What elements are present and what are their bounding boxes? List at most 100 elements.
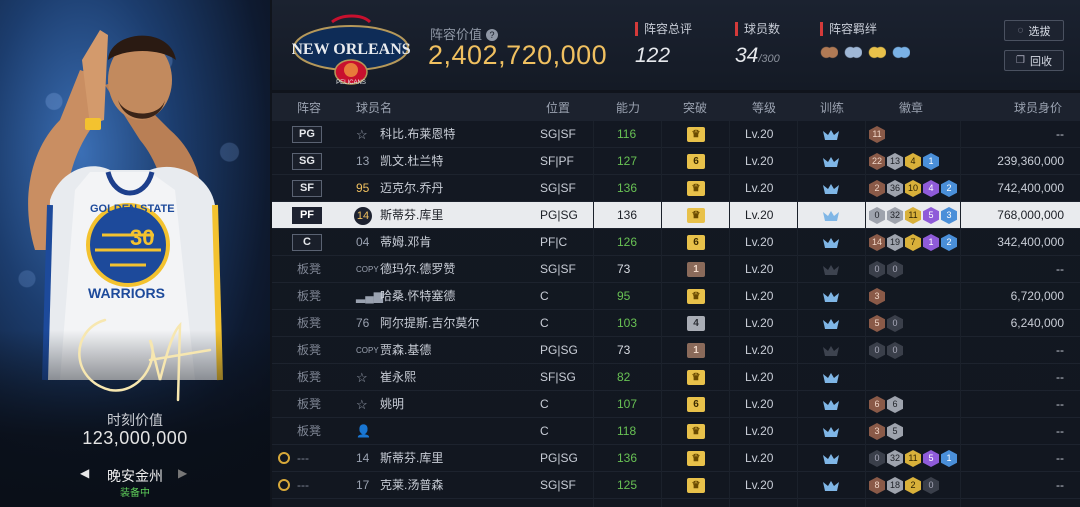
team-logo: NEW ORLEANS PELICANS: [292, 14, 410, 86]
slot-label: PF: [292, 207, 322, 224]
badge-hexagon: 18: [887, 477, 903, 494]
badge-hexagon: 0: [869, 450, 885, 467]
badge-hexagon: 1: [923, 153, 939, 170]
table-row[interactable]: C 04 蒂姆.邓肯 PF|C 126 6 Lv.20 14 19 7 1 2 342,400,000: [272, 229, 1080, 256]
badge-hexagon: 36: [887, 180, 903, 197]
bond-icon-gold[interactable]: [868, 46, 886, 62]
player-level: Lv.20: [745, 424, 774, 438]
table-row[interactable]: PF 14 斯蒂芬.库里 PG|SG 136 ♛ Lv.20 0 32 11 5 3 768,000,0…: [272, 202, 1080, 229]
training-icon[interactable]: [822, 453, 840, 465]
stat-overall-value: 122: [635, 44, 671, 67]
player-value: --: [1056, 451, 1064, 465]
badge-hexagon: 2: [941, 180, 957, 197]
training-icon[interactable]: [822, 264, 840, 276]
bond-icon-blue[interactable]: [892, 46, 910, 62]
moment-value: 123,000,000: [82, 428, 188, 448]
badge-hexagon: 32: [887, 450, 903, 467]
training-icon[interactable]: [822, 156, 840, 168]
jersey-number: 14: [356, 451, 370, 465]
triangle-right-icon[interactable]: ▶: [178, 466, 187, 480]
training-icon[interactable]: [822, 237, 840, 249]
player-card[interactable]: GOLDEN STATE 30 WARRIORS 时刻价值 123,000,00…: [0, 0, 270, 507]
badge-hexagon: 1: [923, 234, 939, 251]
player-value: 6,240,000: [1010, 316, 1064, 330]
equip-status: 装备中: [120, 488, 150, 499]
col-training[interactable]: 训练: [820, 99, 844, 116]
training-icon[interactable]: [822, 426, 840, 438]
bond-icon-silver[interactable]: [844, 46, 862, 62]
col-slot[interactable]: 阵容: [297, 99, 321, 116]
recycle-button[interactable]: ❐ 回收: [1004, 50, 1064, 71]
select-button[interactable]: ◌ 选拔: [1004, 20, 1064, 41]
player-level: Lv.20: [745, 208, 774, 222]
breakthrough-badge: 6: [687, 397, 705, 412]
player-position: PG|SG: [540, 451, 578, 465]
refresh-icon: ◌: [1017, 25, 1024, 36]
player-rating: 136: [617, 451, 638, 465]
col-rating[interactable]: 能力: [616, 99, 640, 116]
bond-icon-bronze[interactable]: [820, 46, 838, 62]
svg-text:30: 30: [130, 225, 154, 250]
training-icon[interactable]: [822, 183, 840, 195]
training-icon[interactable]: [822, 210, 840, 222]
table-row[interactable]: 板凳 COPY 德玛尔.德罗赞 SG|SF 73 1 Lv.20 0 0 --: [272, 256, 1080, 283]
lineup-value: 2,402,720,000: [428, 40, 608, 70]
table-row[interactable]: 板凳 ▂▄▆ 哈桑.怀特塞德 C 95 ♛ Lv.20 3 6,720,000: [272, 283, 1080, 310]
table-row[interactable]: 板凳 👤 C 118 ♛ Lv.20 3 5 --: [272, 418, 1080, 445]
player-rating: 136: [617, 208, 638, 222]
player-name: 姚明: [380, 397, 405, 411]
col-badges[interactable]: 徽章: [899, 99, 923, 116]
bond-icons[interactable]: [820, 46, 910, 62]
player-rating: 107: [617, 397, 638, 411]
player-rating: 103: [617, 316, 638, 330]
svg-text:PELICANS: PELICANS: [336, 80, 366, 86]
badge-hexagon: 14: [869, 234, 885, 251]
table-row[interactable]: 板凳 ☆ 姚明 C 107 6 Lv.20 6 6 --: [272, 391, 1080, 418]
player-value: --: [1056, 478, 1064, 492]
star-outline-icon: ☆: [356, 127, 368, 142]
badge-hexagon: 0: [887, 342, 903, 359]
stat-player-count: 球员数 34/300: [735, 22, 780, 68]
badge-hexagon: 19: [887, 234, 903, 251]
table-row[interactable]: SG 13 凯文.杜兰特 SF|PF 127 6 Lv.20 22 13 4 1 239,360,00…: [272, 148, 1080, 175]
badge-hexagon: 1: [941, 450, 957, 467]
col-value[interactable]: 球员身价: [1014, 99, 1062, 116]
col-level[interactable]: 等级: [752, 99, 776, 116]
col-breakthrough[interactable]: 突破: [683, 99, 707, 116]
player-value: --: [1056, 343, 1064, 357]
table-row[interactable]: PG ☆ 科比.布莱恩特 SG|SF 116 ♛ Lv.20 11 --: [272, 121, 1080, 148]
bars-icon: ▂▄▆: [356, 289, 383, 303]
badge-hexagon: 2: [869, 180, 885, 197]
player-rating: 127: [617, 154, 638, 168]
table-row[interactable]: --- 17 克莱.汤普森 SG|SF 125 ♛ Lv.20 8 18 2 0 --: [272, 472, 1080, 499]
player-name: 迈克尔.乔丹: [380, 181, 444, 195]
col-name[interactable]: 球员名: [356, 99, 392, 116]
stat-player-count-value: 34/300: [735, 44, 780, 67]
col-position[interactable]: 位置: [546, 99, 570, 116]
training-icon[interactable]: [822, 291, 840, 303]
training-icon[interactable]: [822, 129, 840, 141]
header: NEW ORLEANS PELICANS 阵容价值? 2,402,720,000…: [272, 0, 1080, 90]
table-row[interactable]: --- 14 斯蒂芬.库里 PG|SG 136 ♛ Lv.20 0 32 11 5 1 --: [272, 445, 1080, 472]
table-row[interactable]: 板凳 ☆ 崔永熙 SF|SG 82 ♛ Lv.20 --: [272, 364, 1080, 391]
player-position: PF|C: [540, 235, 568, 249]
training-icon[interactable]: [822, 399, 840, 411]
player-name: 蒂姆.邓肯: [380, 235, 432, 249]
table-row[interactable]: 板凳 COPY 贾森.基德 PG|SG 73 1 Lv.20 0 0 --: [272, 337, 1080, 364]
table-row[interactable]: 板凳 76 阿尔提斯.吉尔莫尔 C 103 4 Lv.20 5 0 6,240,000: [272, 310, 1080, 337]
training-icon[interactable]: [822, 372, 840, 384]
player-level: Lv.20: [745, 181, 774, 195]
divider: [661, 121, 662, 507]
slot-label: 板凳: [297, 424, 322, 438]
training-icon[interactable]: [822, 480, 840, 492]
badge-list: 14 19 7 1 2: [869, 234, 957, 251]
table-row[interactable]: SF 95 迈克尔.乔丹 SG|SF 136 ♛ Lv.20 2 36 10 4 2 742,400,0…: [272, 175, 1080, 202]
badge-list: 11: [869, 126, 885, 143]
star-outline-icon: ☆: [356, 370, 368, 385]
player-level: Lv.20: [745, 343, 774, 357]
badge-hexagon: 0: [887, 315, 903, 332]
training-icon[interactable]: [822, 345, 840, 357]
training-icon[interactable]: [822, 318, 840, 330]
player-name: 德玛尔.德罗赞: [380, 262, 456, 276]
svg-text:WARRIORS: WARRIORS: [88, 285, 165, 301]
